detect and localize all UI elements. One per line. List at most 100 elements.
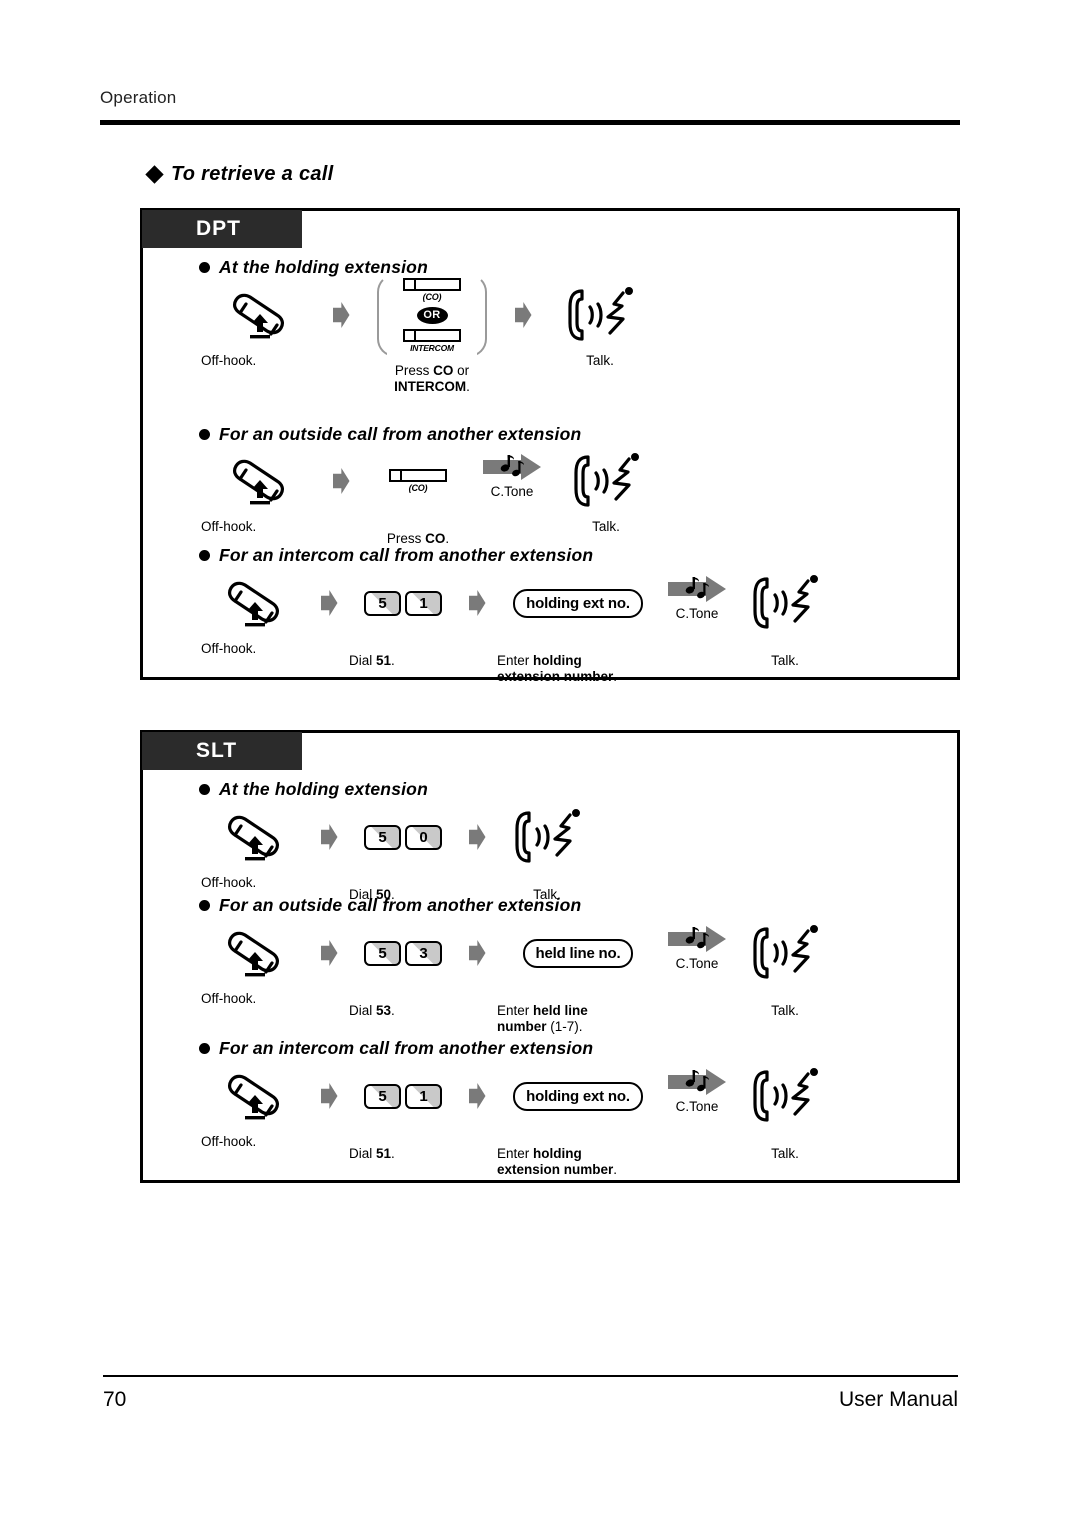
step-offhook: Off-hook. [201,449,319,535]
dial-keys-icon: 5 3 [364,940,442,966]
capsule-icon[interactable]: holding ext no. [513,588,643,618]
arrow-icon [309,571,349,635]
or-badge-icon: OR [416,306,448,324]
dpt-group-3-heading: For an intercom call from another extens… [199,545,593,566]
slt-group-1-steps: Off-hook. 5 0 Dial 50. Talk. [201,805,597,903]
diamond-bullet-icon [145,165,164,184]
dpt-group-2-steps: Off-hook. (CO) Press CO. C.Tone Talk. [201,449,661,547]
ctone-label: C.Tone [675,955,719,971]
step-ctone: C.Tone [659,571,735,623]
ctone-arrow-icon [666,574,728,604]
arrow-icon [457,805,497,869]
round-bullet-icon [199,429,210,440]
talk-icon [747,1064,823,1128]
co-button-icon [403,277,461,291]
dpt-group-2-heading: For an outside call from another extensi… [199,424,581,445]
dial-key[interactable]: 1 [405,1083,442,1109]
step-offhook: Off-hook. [201,921,309,1007]
dpt-group-3-steps: Off-hook. 5 1 Dial 51. holding ext no. E… [201,571,835,684]
ctone-arrow-icon [666,924,728,954]
step-ctone: C.Tone [473,449,551,501]
capsule-icon[interactable]: holding ext no. [513,1081,643,1111]
talk-icon [509,805,585,869]
step-caption: Off-hook. [201,641,257,656]
page-title-text: To retrieve a call [171,163,334,185]
step-caption-line1: Enter held line [497,1003,588,1018]
dial-key[interactable]: 5 [364,940,401,966]
arrow-icon [319,283,363,347]
dpt-panel-tab: DPT [142,210,302,248]
offhook-handset-icon [227,283,293,347]
step-caption-line2: number (1-7). [497,1018,583,1034]
arrow-icon [457,571,497,635]
co-button-label: (CO) [422,291,442,302]
round-bullet-icon [199,784,210,795]
dial-key[interactable]: 5 [364,590,401,616]
dial-key[interactable]: 3 [405,940,442,966]
offhook-handset-icon [222,1064,288,1128]
dial-key[interactable]: 5 [364,1083,401,1109]
step-talk: Talk. [735,921,835,1019]
step-caption: Talk. [771,1003,799,1018]
step-caption-line2: INTERCOM. [394,378,470,394]
dpt-panel: DPT At the holding extension Off-hook. (… [140,208,960,684]
step-dial: 5 1 Dial 51. [349,571,457,669]
footer-divider [103,1375,958,1377]
step-caption: Dial 51. [349,1146,395,1161]
dial-keys-icon: 5 1 [364,590,442,616]
step-caption: Dial 51. [349,653,395,668]
dial-keys-icon: 5 1 [364,1083,442,1109]
slt-group-2-steps: Off-hook. 5 3 Dial 53. held line no. Ent… [201,921,835,1034]
round-bullet-icon [199,900,210,911]
step-talk: Talk. [735,571,835,669]
step-ctone: C.Tone [659,1064,735,1116]
round-bullet-icon [199,262,210,273]
intercom-button-label: INTERCOM [410,342,454,353]
arrow-icon [309,805,349,869]
dial-key[interactable]: 1 [405,590,442,616]
dial-key[interactable]: 5 [364,824,401,850]
step-offhook: Off-hook. [201,805,309,891]
arrow-icon [501,283,545,347]
step-caption: Talk. [771,1146,799,1161]
step-press-co: (CO) Press CO. [363,449,473,547]
step-caption: Off-hook. [201,519,257,534]
step-caption-line1: Enter holding [497,1146,582,1161]
brace-right-icon [469,273,487,357]
step-press-co-or-intercom: (CO) OR INTERCOM Press CO or INTERCOM. [363,273,501,394]
talk-icon [562,283,638,347]
step-dial: 5 1 Dial 51. [349,1064,457,1162]
slt-panel: SLT At the holding extension Off-hook. 5… [140,730,960,1183]
step-offhook: Off-hook. [201,571,309,657]
step-caption: Talk. [586,353,614,368]
slt-panel-tab: SLT [142,732,302,770]
step-dial: 5 0 Dial 50. [349,805,457,903]
slt-group-2-heading: For an outside call from another extensi… [199,895,581,916]
step-caption: Off-hook. [201,1134,257,1149]
step-caption: Off-hook. [201,991,257,1006]
capsule-icon[interactable]: held line no. [522,938,634,968]
offhook-handset-icon [222,805,288,869]
step-offhook: Off-hook. [201,283,319,369]
dial-key[interactable]: 0 [405,824,442,850]
step-caption-line2: extension number. [497,668,618,684]
step-enter-holding-ext: holding ext no. Enter holding extension … [497,571,659,684]
dpt-group-1-steps: Off-hook. (CO) OR INTERCOM Press CO or I… [201,273,655,394]
page-title: To retrieve a call [145,163,334,186]
talk-icon [747,921,823,985]
dial-keys-icon: 5 0 [364,824,442,850]
co-or-intercom-icon: (CO) OR INTERCOM [377,273,487,357]
step-caption-line2: extension number. [497,1161,618,1177]
step-dial: 5 3 Dial 53. [349,921,457,1019]
offhook-handset-icon [222,921,288,985]
ctone-label: C.Tone [490,483,534,499]
step-talk: Talk. [545,283,655,369]
arrow-icon [457,921,497,985]
ctone-label: C.Tone [675,1098,719,1114]
arrow-icon [309,1064,349,1128]
step-ctone: C.Tone [659,921,735,973]
ctone-label: C.Tone [675,605,719,621]
step-caption: Off-hook. [201,353,257,368]
round-bullet-icon [199,550,210,561]
talk-icon [568,449,644,513]
